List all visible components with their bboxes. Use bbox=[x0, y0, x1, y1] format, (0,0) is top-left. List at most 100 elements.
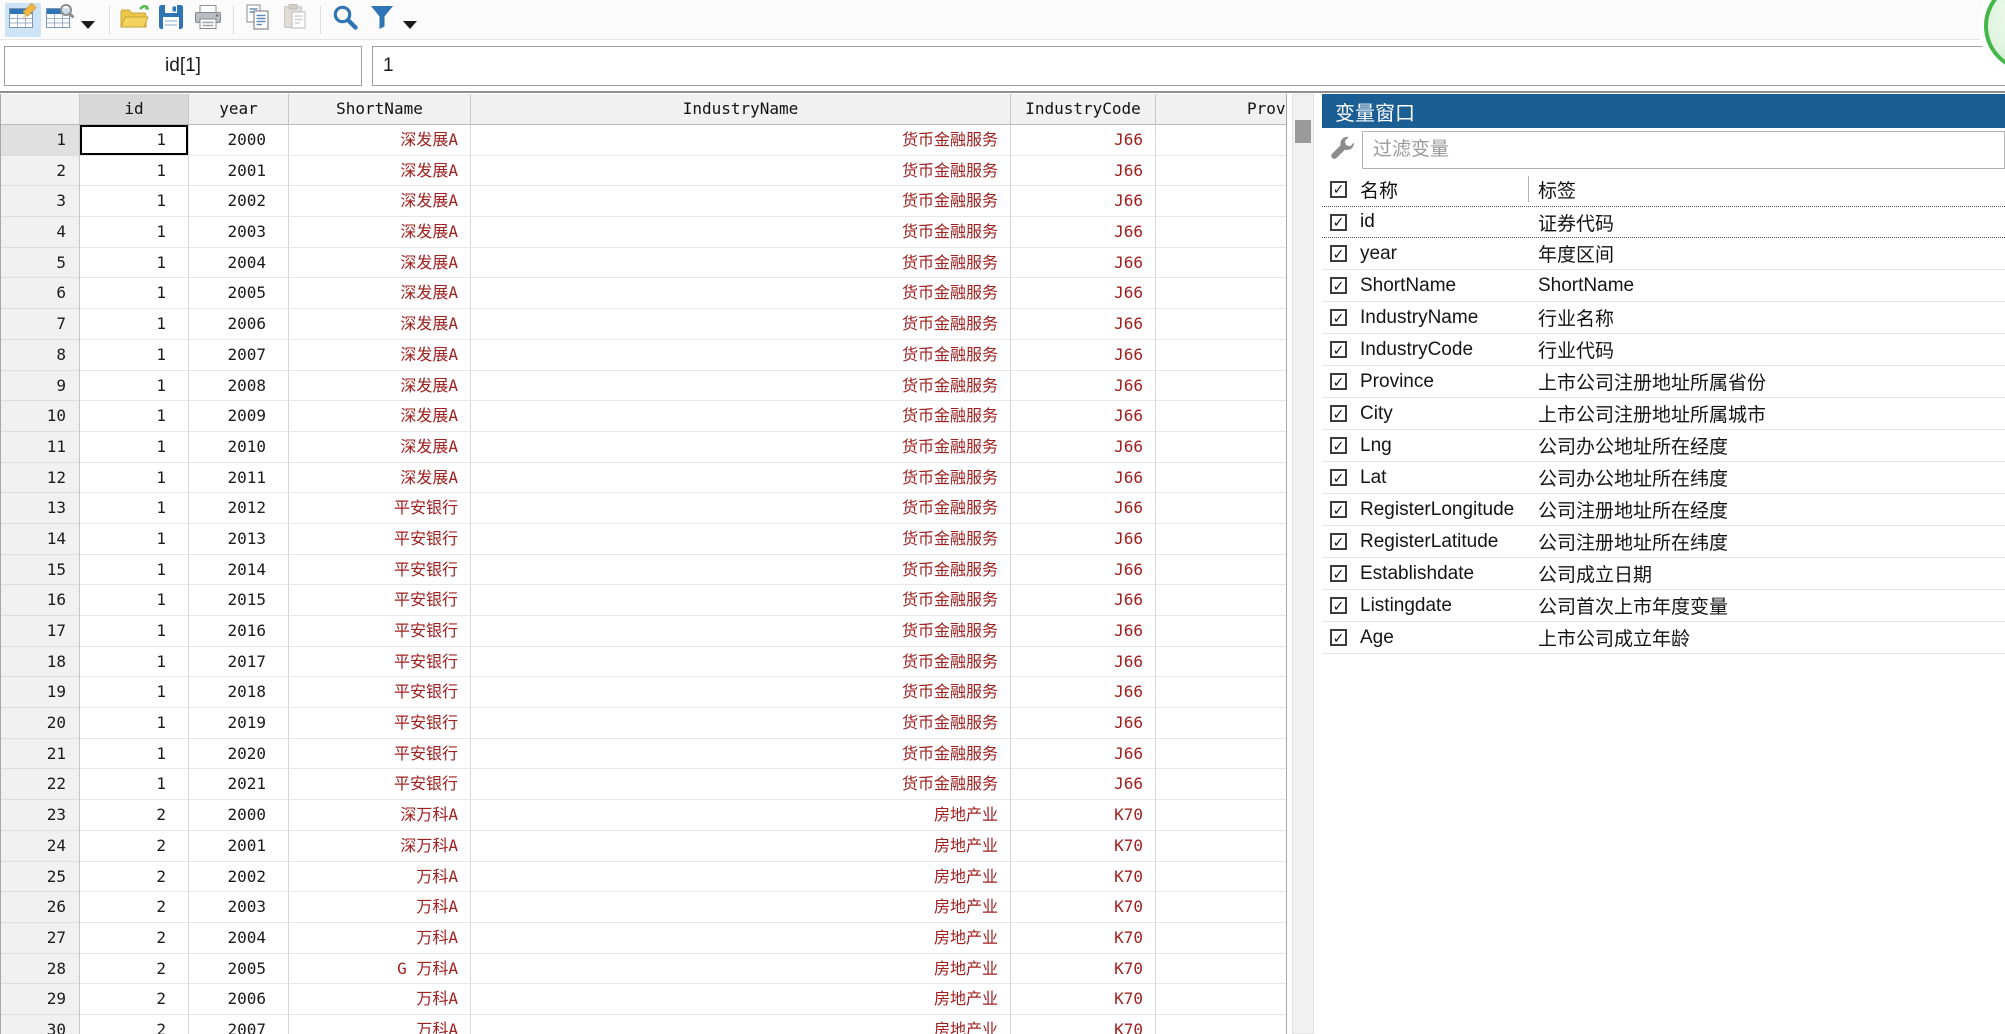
cell-Province[interactable] bbox=[1156, 463, 1286, 494]
cell-year[interactable]: 2013 bbox=[189, 523, 289, 555]
cell-IndustryCode[interactable]: J66 bbox=[1011, 155, 1156, 187]
variable-row-IndustryName[interactable]: ✓ IndustryName 行业名称 bbox=[1322, 302, 2005, 334]
variable-row-Establishdate[interactable]: ✓ Establishdate 公司成立日期 bbox=[1322, 558, 2005, 590]
edit-table-button[interactable] bbox=[5, 2, 41, 37]
variable-checkbox[interactable]: ✓ bbox=[1330, 309, 1347, 326]
cell-Province[interactable] bbox=[1156, 708, 1286, 739]
save-button[interactable] bbox=[153, 3, 189, 37]
cell-IndustryName[interactable]: 货币金融服务 bbox=[471, 493, 1011, 524]
scrollbar-thumb[interactable] bbox=[1295, 120, 1311, 143]
variable-row-Lng[interactable]: ✓ Lng 公司办公地址所在经度 bbox=[1322, 430, 2005, 462]
variable-checkbox[interactable]: ✓ bbox=[1330, 341, 1347, 358]
cell-IndustryName[interactable]: 货币金融服务 bbox=[471, 616, 1011, 647]
cell-id[interactable]: 1 bbox=[80, 370, 189, 402]
variable-row-RegisterLatitude[interactable]: ✓ RegisterLatitude 公司注册地址所在纬度 bbox=[1322, 526, 2005, 558]
cell-id[interactable]: 1 bbox=[80, 708, 189, 739]
cell-ShortName[interactable]: 万科A bbox=[289, 1014, 471, 1034]
column-header-ShortName[interactable]: ShortName bbox=[289, 94, 471, 125]
cell-ShortName[interactable]: 深发展A bbox=[289, 401, 471, 432]
cell-IndustryName[interactable]: 货币金融服务 bbox=[471, 769, 1011, 801]
cell-IndustryName[interactable]: 房地产业 bbox=[471, 953, 1011, 985]
variable-checkbox[interactable]: ✓ bbox=[1330, 245, 1347, 262]
row-number[interactable]: 19 bbox=[1, 677, 80, 709]
cell-ShortName[interactable]: 平安银行 bbox=[289, 554, 471, 586]
cell-ShortName[interactable]: 平安银行 bbox=[289, 616, 471, 647]
cell-Province[interactable] bbox=[1156, 769, 1286, 801]
cell-ShortName[interactable]: 深万科A bbox=[289, 800, 471, 831]
cell-IndustryName[interactable]: 货币金融服务 bbox=[471, 738, 1011, 770]
cell-reference-box[interactable]: id[1] bbox=[4, 46, 362, 86]
cell-id[interactable]: 1 bbox=[80, 186, 189, 218]
cell-Province[interactable] bbox=[1156, 278, 1286, 310]
browse-table-button[interactable] bbox=[42, 3, 78, 37]
row-number[interactable]: 17 bbox=[1, 616, 80, 647]
variable-row-Age[interactable]: ✓ Age 上市公司成立年龄 bbox=[1322, 622, 2005, 654]
cell-Province[interactable] bbox=[1156, 647, 1286, 678]
cell-IndustryName[interactable]: 货币金融服务 bbox=[471, 309, 1011, 340]
cell-IndustryCode[interactable]: K70 bbox=[1011, 922, 1156, 954]
variable-checkbox[interactable]: ✓ bbox=[1330, 597, 1347, 614]
cell-IndustryCode[interactable]: J66 bbox=[1011, 708, 1156, 739]
cell-ShortName[interactable]: 深发展A bbox=[289, 431, 471, 463]
cell-year[interactable]: 2007 bbox=[189, 339, 289, 371]
select-all-checkbox[interactable]: ✓ bbox=[1330, 180, 1347, 198]
row-number[interactable]: 18 bbox=[1, 646, 80, 678]
cell-year[interactable]: 2002 bbox=[189, 186, 289, 218]
cell-year[interactable]: 2009 bbox=[189, 401, 289, 432]
cell-ShortName[interactable]: 万科A bbox=[289, 984, 471, 1015]
cell-id[interactable]: 1 bbox=[80, 677, 189, 709]
cell-Province[interactable] bbox=[1156, 432, 1286, 463]
cell-id[interactable]: 2 bbox=[80, 892, 189, 923]
column-header-year[interactable]: year bbox=[189, 94, 289, 125]
cell-year[interactable]: 2007 bbox=[189, 1014, 289, 1034]
variable-checkbox[interactable]: ✓ bbox=[1330, 501, 1347, 518]
cell-year[interactable]: 2001 bbox=[189, 830, 289, 862]
cell-IndustryName[interactable]: 货币金融服务 bbox=[471, 585, 1011, 616]
cell-year[interactable]: 2003 bbox=[189, 217, 289, 248]
cell-year[interactable]: 2003 bbox=[189, 892, 289, 923]
cell-year[interactable]: 2005 bbox=[189, 953, 289, 985]
cell-IndustryName[interactable]: 房地产业 bbox=[471, 830, 1011, 862]
cell-Province[interactable] bbox=[1156, 125, 1286, 156]
cell-id[interactable]: 1 bbox=[80, 462, 189, 494]
cell-year[interactable]: 2004 bbox=[189, 922, 289, 954]
row-number[interactable]: 12 bbox=[1, 462, 80, 494]
cell-IndustryCode[interactable]: J66 bbox=[1011, 738, 1156, 770]
row-number[interactable]: 6 bbox=[1, 278, 80, 310]
variable-checkbox[interactable]: ✓ bbox=[1330, 405, 1347, 422]
cell-IndustryName[interactable]: 房地产业 bbox=[471, 1014, 1011, 1034]
label-column-header[interactable]: 标签 bbox=[1538, 176, 1576, 203]
row-number[interactable]: 2 bbox=[1, 155, 80, 187]
cell-year[interactable]: 2010 bbox=[189, 431, 289, 463]
row-number[interactable]: 25 bbox=[1, 861, 80, 893]
variable-filter-input[interactable] bbox=[1362, 131, 2005, 169]
cell-IndustryCode[interactable]: J66 bbox=[1011, 370, 1156, 402]
filter-dropdown-caret-icon[interactable] bbox=[403, 20, 417, 29]
cell-id[interactable]: 2 bbox=[80, 984, 189, 1015]
cell-year[interactable]: 2000 bbox=[189, 125, 289, 156]
cell-ShortName[interactable]: G 万科A bbox=[289, 953, 471, 985]
cell-IndustryCode[interactable]: J66 bbox=[1011, 339, 1156, 371]
cell-Province[interactable] bbox=[1156, 677, 1286, 709]
cell-IndustryName[interactable]: 货币金融服务 bbox=[471, 708, 1011, 739]
cell-ShortName[interactable]: 深发展A bbox=[289, 186, 471, 218]
variable-checkbox[interactable]: ✓ bbox=[1330, 213, 1347, 231]
row-number[interactable]: 21 bbox=[1, 738, 80, 770]
cell-ShortName[interactable]: 万科A bbox=[289, 892, 471, 923]
cell-IndustryName[interactable]: 房地产业 bbox=[471, 892, 1011, 923]
cell-ShortName[interactable]: 平安银行 bbox=[289, 493, 471, 524]
cell-Province[interactable] bbox=[1156, 524, 1286, 555]
row-number[interactable]: 28 bbox=[1, 953, 80, 985]
cell-IndustryName[interactable]: 房地产业 bbox=[471, 922, 1011, 954]
row-number[interactable]: 27 bbox=[1, 922, 80, 954]
cell-year[interactable]: 2006 bbox=[189, 984, 289, 1015]
cell-id[interactable]: 1 bbox=[80, 523, 189, 555]
filter-button[interactable] bbox=[364, 3, 400, 37]
cell-id[interactable]: 1 bbox=[80, 278, 189, 310]
cell-IndustryCode[interactable]: K70 bbox=[1011, 953, 1156, 985]
cell-year[interactable]: 2014 bbox=[189, 554, 289, 586]
column-header-Province[interactable]: Province bbox=[1156, 94, 1286, 125]
cell-IndustryName[interactable]: 货币金融服务 bbox=[471, 677, 1011, 709]
cell-ShortName[interactable]: 深发展A bbox=[289, 125, 471, 156]
cell-IndustryName[interactable]: 货币金融服务 bbox=[471, 155, 1011, 187]
